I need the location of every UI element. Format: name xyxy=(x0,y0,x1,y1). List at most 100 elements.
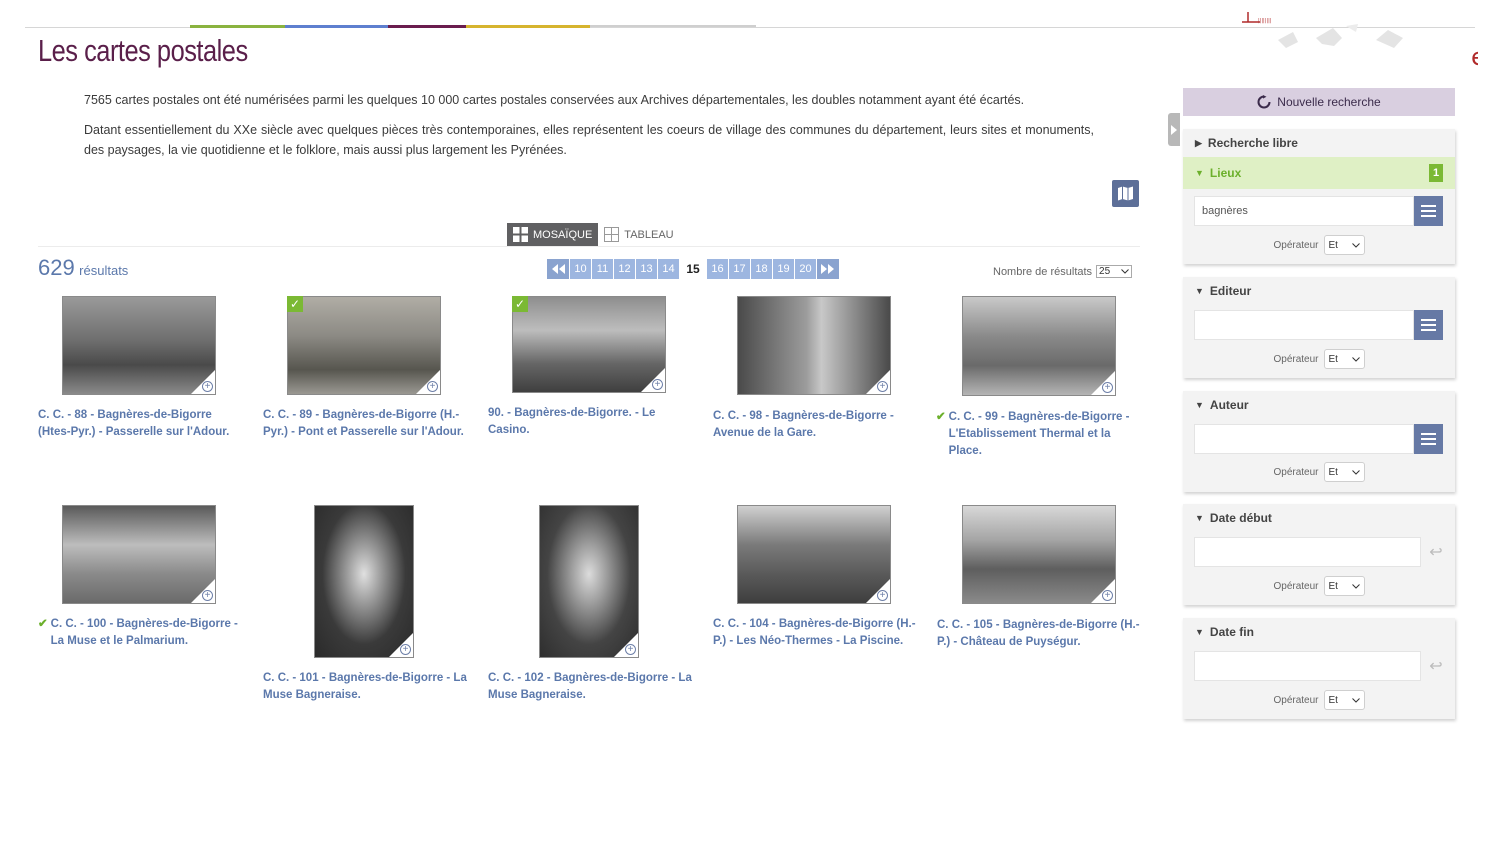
postcard-caption[interactable]: C. C. - 104 - Bagnères-de-Bigorre (H.-P.… xyxy=(713,616,918,650)
mosaic-view-button[interactable]: MOSAÏQUE xyxy=(507,223,599,246)
operator-label: Opérateur xyxy=(1273,694,1319,706)
svg-text:e: e xyxy=(1471,43,1478,71)
operator-value: Et xyxy=(1328,353,1338,365)
page-button[interactable]: 10 xyxy=(570,259,591,279)
postcard-caption-text: C. C. - 105 - Bagnères-de-Bigorre (H.-P.… xyxy=(937,619,1140,648)
reset-arrow-icon[interactable]: ↩ xyxy=(1421,537,1451,567)
map-view-button[interactable] xyxy=(1112,180,1139,207)
chevron-down-icon xyxy=(1351,356,1360,362)
last-page-button[interactable] xyxy=(817,259,839,279)
chevron-down-icon xyxy=(1351,242,1360,248)
end-date-input[interactable] xyxy=(1194,651,1421,681)
author-list-button[interactable] xyxy=(1414,424,1443,454)
archives-logo: |||||||| e xyxy=(1242,12,1478,71)
start-date-input[interactable] xyxy=(1194,537,1421,567)
intro-paragraph-2: Datant essentiellement du XXe siècle ave… xyxy=(84,123,1094,157)
page-button[interactable]: 12 xyxy=(614,259,635,279)
publisher-list-button[interactable] xyxy=(1414,310,1443,340)
free-search-toggle[interactable]: ▶ Recherche libre xyxy=(1183,129,1455,157)
author-operator-select[interactable]: Et xyxy=(1323,462,1365,482)
chevron-down-icon xyxy=(1351,697,1360,703)
postcard-caption[interactable]: C. C. - 101 - Bagnères-de-Bigorre - La M… xyxy=(263,670,468,704)
filter-panel-search-places: ▶ Recherche libre ▼ Lieux 1 bagnères Opé… xyxy=(1183,129,1455,264)
postcard-caption[interactable]: ✔ C. C. - 100 - Bagnères-de-Bigorre - La… xyxy=(38,616,243,650)
end-date-field-row: ↩ xyxy=(1194,651,1451,681)
postcard-thumbnail[interactable]: + xyxy=(539,505,639,658)
page-button[interactable]: 20 xyxy=(795,259,816,279)
postcard-thumbnail[interactable]: + xyxy=(962,505,1116,604)
postcard-caption[interactable]: C. C. - 89 - Bagnères-de-Bigorre (H.-Pyr… xyxy=(263,407,468,441)
postcard-caption[interactable]: C. C. - 88 - Bagnères-de-Bigorre (Htes-P… xyxy=(38,407,243,441)
new-search-button[interactable]: Nouvelle recherche xyxy=(1183,88,1455,116)
places-input-value: bagnères xyxy=(1202,205,1248,217)
postcard-thumbnail[interactable]: + xyxy=(314,505,414,658)
author-input[interactable] xyxy=(1194,424,1414,454)
page-button[interactable]: 13 xyxy=(636,259,657,279)
places-operator-select[interactable]: Et xyxy=(1323,235,1365,255)
author-toggle[interactable]: ▼ Auteur xyxy=(1183,391,1455,419)
publisher-toggle[interactable]: ▼ Editeur xyxy=(1183,277,1455,305)
places-input[interactable]: bagnères xyxy=(1194,196,1414,226)
page-button[interactable]: 18 xyxy=(751,259,772,279)
zoom-plus-icon[interactable]: + xyxy=(1102,382,1113,393)
zoom-plus-icon[interactable]: + xyxy=(625,644,636,655)
postcard-thumbnail[interactable]: + xyxy=(512,296,666,393)
postcard-caption[interactable]: C. C. - 105 - Bagnères-de-Bigorre (H.-P.… xyxy=(937,617,1142,651)
results-divider xyxy=(38,246,1140,247)
page-button[interactable]: 11 xyxy=(592,259,613,279)
zoom-plus-icon[interactable]: + xyxy=(652,379,663,390)
postcard-thumbnail[interactable]: + xyxy=(962,296,1116,396)
list-icon xyxy=(1421,215,1436,217)
publisher-operator-select[interactable]: Et xyxy=(1323,349,1365,369)
table-view-button[interactable]: TABLEAU xyxy=(598,223,679,246)
first-page-button[interactable] xyxy=(547,259,569,279)
start-date-toggle[interactable]: ▼ Date début xyxy=(1183,504,1455,532)
zoom-plus-icon[interactable]: + xyxy=(1102,590,1113,601)
zoom-plus-icon[interactable]: + xyxy=(877,381,888,392)
zoom-plus-icon[interactable]: + xyxy=(202,590,213,601)
double-chevron-left-icon xyxy=(552,264,565,274)
zoom-plus-icon[interactable]: + xyxy=(400,644,411,655)
end-date-toggle[interactable]: ▼ Date fin xyxy=(1183,618,1455,646)
start-date-operator-select[interactable]: Et xyxy=(1323,576,1365,596)
page-button[interactable]: 19 xyxy=(773,259,794,279)
page-button[interactable]: 14 xyxy=(658,259,679,279)
results-per-page-value: 25 xyxy=(1099,266,1111,277)
mosaic-view-label: MOSAÏQUE xyxy=(533,228,593,241)
postcard-thumbnail[interactable]: + xyxy=(62,296,216,395)
zoom-plus-icon[interactable]: + xyxy=(877,590,888,601)
start-date-field-row: ↩ xyxy=(1194,537,1451,567)
page-button[interactable]: 17 xyxy=(729,259,750,279)
results-per-page-select[interactable]: 25 xyxy=(1096,265,1133,278)
selected-check-icon[interactable]: ✓ xyxy=(512,296,528,312)
places-label: Lieux xyxy=(1209,166,1242,180)
postcard-caption[interactable]: C. C. - 102 - Bagnères-de-Bigorre - La M… xyxy=(488,670,693,704)
list-icon xyxy=(1421,438,1436,440)
postcard-thumbnail[interactable]: + xyxy=(737,505,891,604)
publisher-input[interactable] xyxy=(1194,310,1414,340)
sidebar-collapse-handle[interactable] xyxy=(1168,113,1180,146)
page-button[interactable]: 16 xyxy=(707,259,728,279)
postcard-caption[interactable]: 90. - Bagnères-de-Bigorre. - Le Casino. xyxy=(488,405,693,439)
view-toggle: MOSAÏQUE TABLEAU xyxy=(507,223,680,246)
postcard-caption[interactable]: C. C. - 98 - Bagnères-de-Bigorre - Avenu… xyxy=(713,408,918,442)
postcard-caption-text: C. C. - 88 - Bagnères-de-Bigorre (Htes-P… xyxy=(38,409,230,438)
end-date-operator-select[interactable]: Et xyxy=(1323,690,1365,710)
postcard-thumbnail[interactable]: + xyxy=(737,296,891,395)
free-search-label: Recherche libre xyxy=(1207,136,1298,150)
reset-arrow-icon[interactable]: ↩ xyxy=(1421,651,1451,681)
places-count-badge: 1 xyxy=(1429,164,1443,182)
operator-label: Opérateur xyxy=(1273,239,1319,251)
places-list-button[interactable] xyxy=(1414,196,1443,226)
list-icon xyxy=(1421,205,1436,207)
postcard-caption[interactable]: ✔ C. C. - 99 - Bagnères-de-Bigorre - L'E… xyxy=(936,409,1141,460)
zoom-plus-icon[interactable]: + xyxy=(202,381,213,392)
postcard-thumbnail[interactable]: + xyxy=(287,296,441,395)
zoom-plus-icon[interactable]: + xyxy=(427,381,438,392)
start-date-operator-row: Opérateur Et xyxy=(1183,576,1455,596)
places-toggle[interactable]: ▼ Lieux 1 xyxy=(1183,157,1455,189)
grid-icon xyxy=(513,227,528,242)
selected-check-icon[interactable]: ✓ xyxy=(287,296,303,312)
chevron-down-icon xyxy=(1121,269,1129,274)
postcard-thumbnail[interactable]: + xyxy=(62,505,216,604)
